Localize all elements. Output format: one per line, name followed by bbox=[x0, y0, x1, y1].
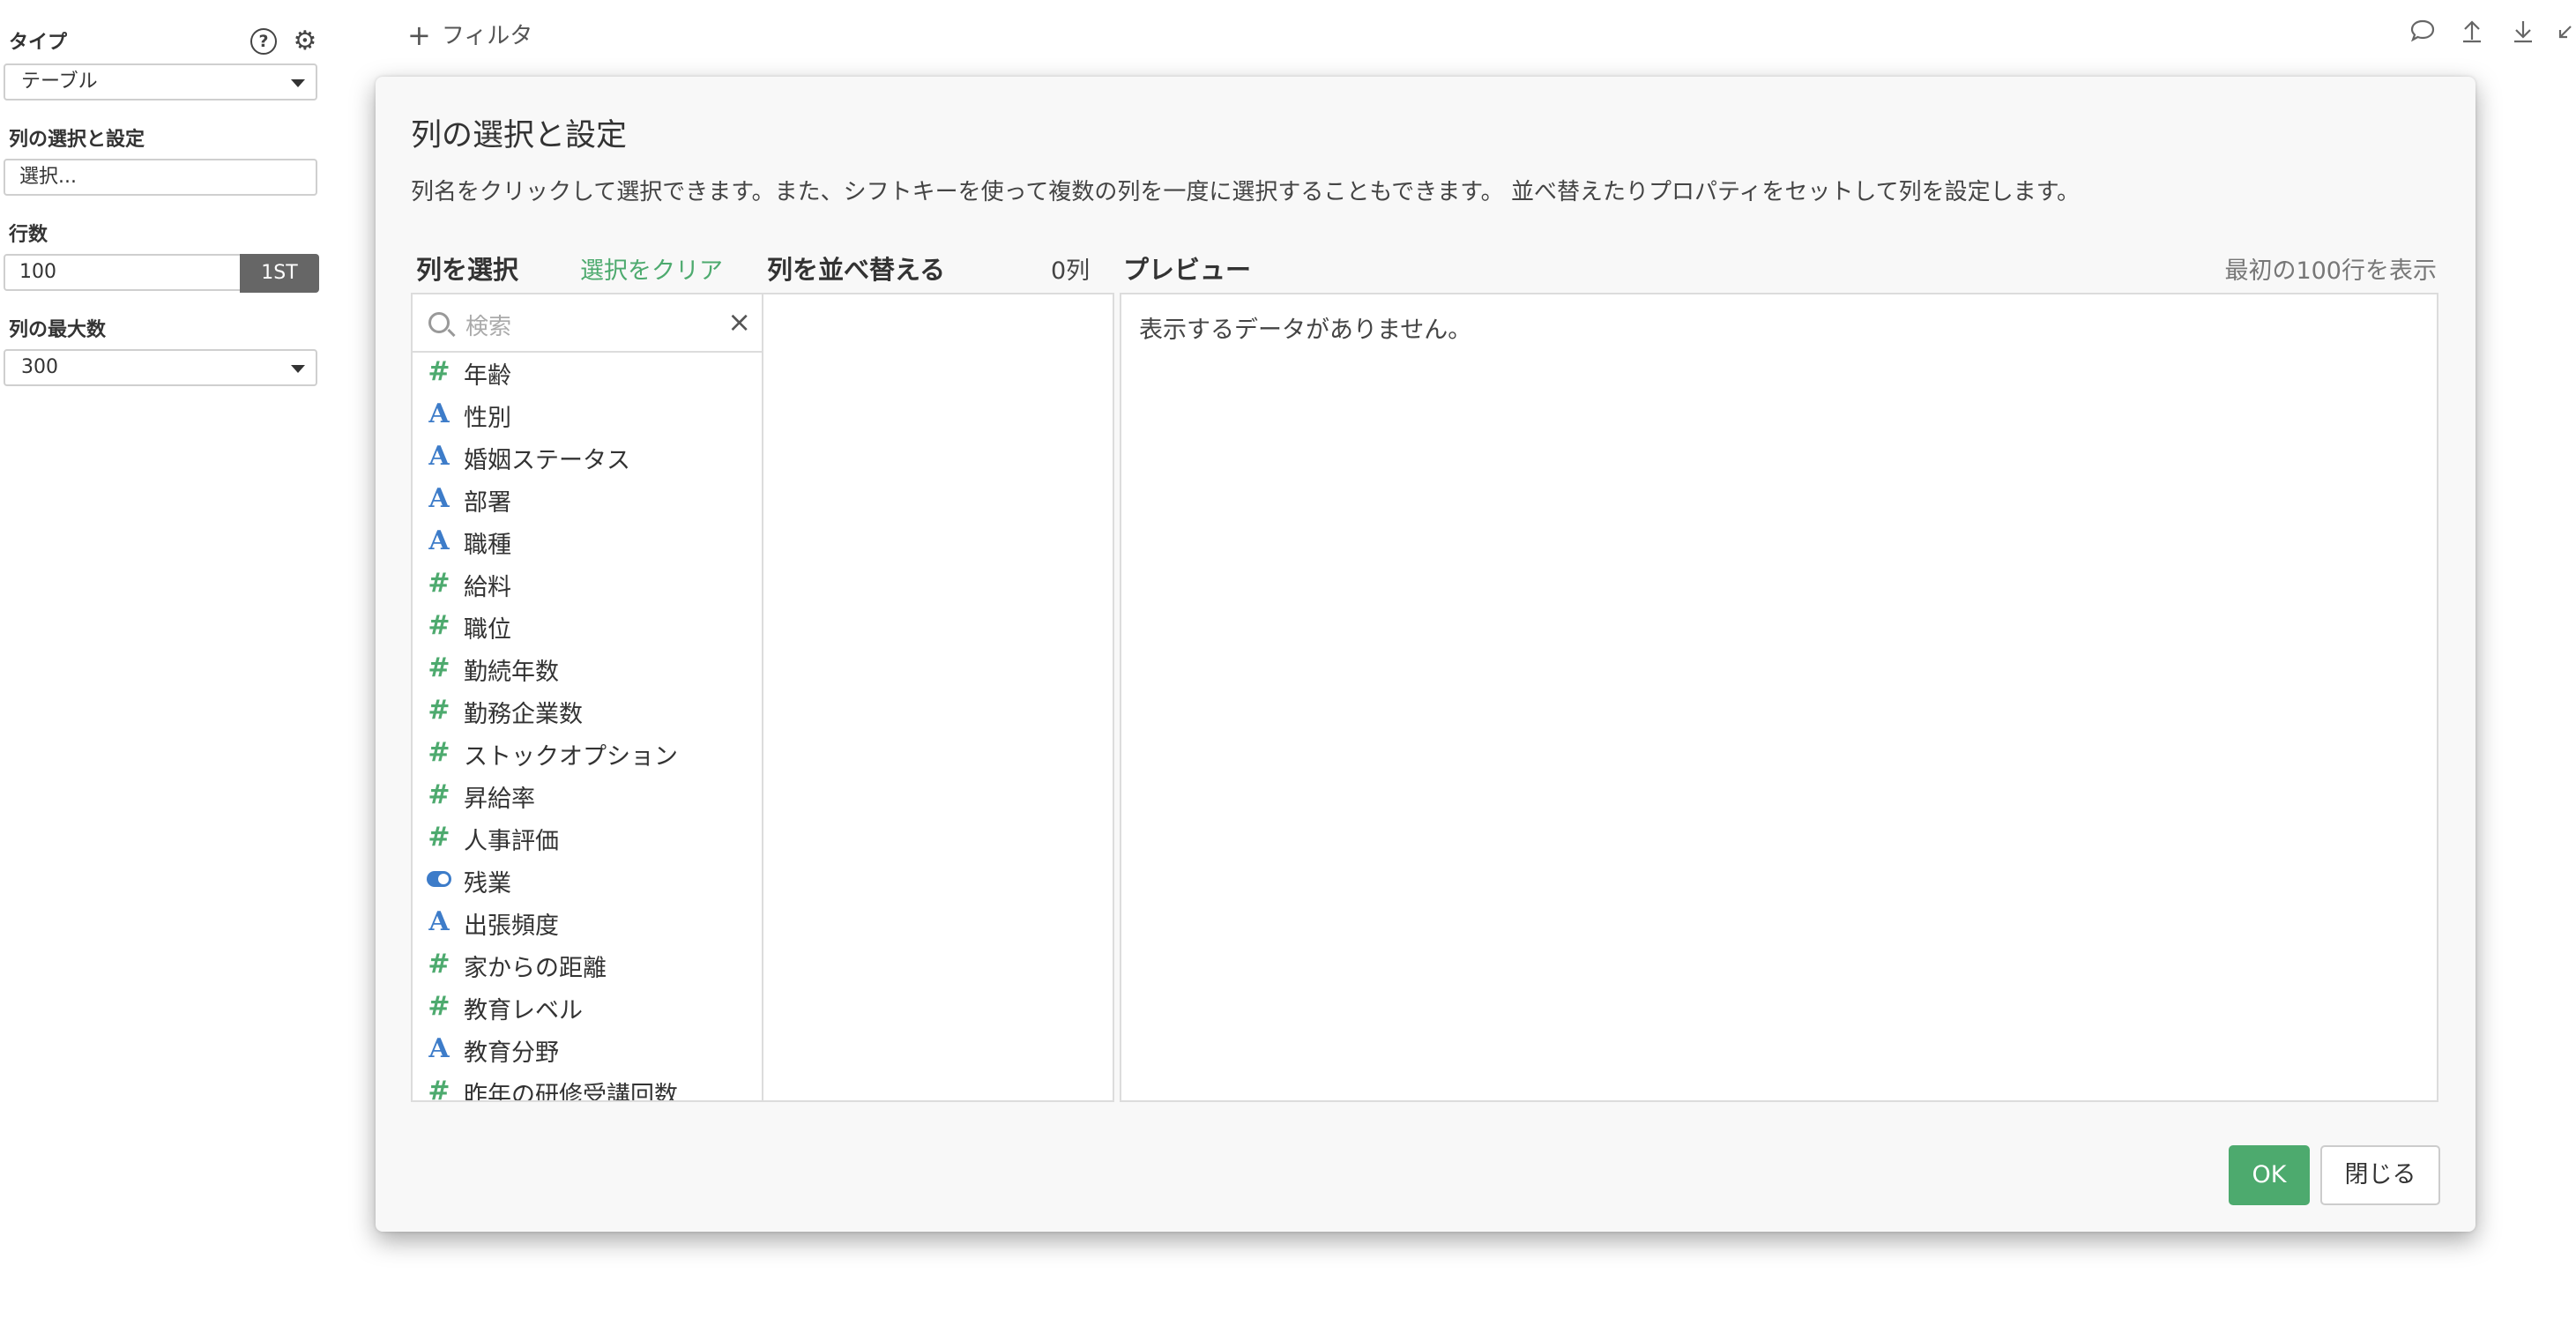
column-list-item[interactable]: # 職位 bbox=[413, 607, 762, 649]
number-type-icon: # bbox=[428, 737, 450, 768]
ok-button[interactable]: OK bbox=[2229, 1145, 2310, 1205]
number-type-icon: # bbox=[428, 652, 450, 683]
add-filter-button[interactable]: + フィルタ bbox=[407, 18, 532, 52]
search-icon bbox=[428, 312, 450, 333]
close-button[interactable]: 閉じる bbox=[2320, 1145, 2440, 1205]
column-name: 職種 bbox=[464, 532, 511, 559]
column-list-item[interactable]: # 勤務企業数 bbox=[413, 691, 762, 734]
first-rows-button[interactable]: 1ST bbox=[240, 254, 319, 293]
column-list-item[interactable]: # ストックオプション bbox=[413, 734, 762, 776]
column-name: 年齢 bbox=[464, 362, 511, 390]
column-list-item[interactable]: # 教育レベル bbox=[413, 987, 762, 1030]
column-list-item[interactable]: # 人事評価 bbox=[413, 818, 762, 860]
columns-select-field[interactable]: 選択... bbox=[4, 159, 317, 196]
column-name: 婚姻ステータス bbox=[464, 447, 630, 474]
column-name: 出張頻度 bbox=[464, 913, 559, 940]
number-type-icon: # bbox=[428, 610, 450, 641]
preview-header: プレビュー bbox=[1123, 255, 1252, 285]
column-list-item[interactable]: 残業 bbox=[413, 860, 762, 903]
gear-icon[interactable]: ⚙ bbox=[291, 27, 319, 56]
rows-input-value: 100 bbox=[19, 261, 56, 283]
column-name: 残業 bbox=[464, 870, 511, 898]
string-type-icon: A bbox=[428, 906, 450, 937]
filter-label: フィルタ bbox=[441, 23, 533, 49]
number-type-icon: # bbox=[428, 991, 450, 1022]
column-list-item[interactable]: A 部署 bbox=[413, 480, 762, 522]
number-type-icon: # bbox=[428, 949, 450, 980]
upload-icon[interactable] bbox=[2458, 18, 2486, 50]
help-icon[interactable]: ? bbox=[250, 28, 277, 55]
column-name: 性別 bbox=[464, 405, 511, 432]
reorder-pane bbox=[762, 293, 1114, 1102]
reorder-columns-header: 列を並べ替える bbox=[767, 255, 946, 285]
dialog-title: 列の選択と設定 bbox=[411, 118, 628, 153]
chevron-down-icon bbox=[291, 365, 305, 373]
number-type-icon: # bbox=[428, 1076, 450, 1100]
clear-selection-link[interactable]: 選択をクリア bbox=[580, 251, 723, 286]
column-list-item[interactable]: # 昨年の研修受講回数 bbox=[413, 1072, 762, 1100]
plus-icon: + bbox=[407, 19, 431, 52]
column-list-item[interactable]: A 婚姻ステータス bbox=[413, 437, 762, 480]
column-list-item[interactable]: # 昇給率 bbox=[413, 776, 762, 818]
type-label: タイプ bbox=[9, 32, 68, 54]
dialog-description: 列名をクリックして選択できます。また、シフトキーを使って複数の列を一度に選択する… bbox=[411, 179, 2081, 205]
column-list-item[interactable]: A 職種 bbox=[413, 522, 762, 564]
number-type-icon: # bbox=[428, 568, 450, 599]
column-name: 人事評価 bbox=[464, 828, 559, 855]
download-icon[interactable] bbox=[2509, 18, 2537, 50]
column-list-item[interactable]: # 家からの距離 bbox=[413, 945, 762, 987]
column-name: 教育分野 bbox=[464, 1039, 559, 1067]
column-name: 昨年の研修受講回数 bbox=[464, 1082, 678, 1100]
toggle-type-icon bbox=[427, 871, 451, 887]
type-select[interactable]: テーブル bbox=[4, 63, 317, 101]
search-placeholder: 検索 bbox=[465, 314, 512, 340]
column-name: 給料 bbox=[464, 574, 511, 601]
preview-pane: 表示するデータがありません。 bbox=[1120, 293, 2438, 1102]
type-select-value: テーブル bbox=[21, 71, 98, 93]
collapse-icon[interactable] bbox=[2553, 18, 2574, 50]
columns-select-value: 選択... bbox=[19, 166, 77, 188]
column-list-item[interactable]: # 給料 bbox=[413, 564, 762, 607]
max-columns-select[interactable]: 300 bbox=[4, 349, 317, 386]
string-type-icon: A bbox=[428, 441, 450, 472]
number-type-icon: # bbox=[428, 779, 450, 810]
column-list-item[interactable]: # 年齢 bbox=[413, 353, 762, 395]
select-columns-header: 列を選択 bbox=[416, 255, 519, 285]
column-name: 昇給率 bbox=[464, 786, 535, 813]
string-type-icon: A bbox=[428, 399, 450, 429]
column-list-item[interactable]: A 出張頻度 bbox=[413, 903, 762, 945]
comment-icon[interactable] bbox=[2408, 18, 2437, 50]
column-name: 家からの距離 bbox=[464, 955, 607, 982]
column-settings-dialog: 列の選択と設定 列名をクリックして選択できます。また、シフトキーを使って複数の列… bbox=[376, 77, 2475, 1232]
empty-message: 表示するデータがありません。 bbox=[1139, 317, 1472, 344]
string-type-icon: A bbox=[428, 1033, 450, 1064]
column-list-item[interactable]: A 教育分野 bbox=[413, 1030, 762, 1072]
column-list: # 年齢 A 性別 A 婚姻ステータス A 部署 A 職種 # 給料 # 職位 # 勤続年数 # 勤務企業数 # スト… bbox=[413, 353, 762, 1100]
close-icon[interactable]: × bbox=[727, 305, 751, 339]
number-type-icon: # bbox=[428, 695, 450, 726]
string-type-icon: A bbox=[428, 483, 450, 514]
chevron-down-icon bbox=[291, 79, 305, 87]
number-type-icon: # bbox=[428, 822, 450, 853]
column-name: 部署 bbox=[464, 489, 511, 517]
column-name: ストックオプション bbox=[464, 743, 678, 771]
max-columns-value: 300 bbox=[21, 356, 58, 378]
search-input[interactable]: 検索 × bbox=[413, 294, 762, 353]
column-name: 教育レベル bbox=[464, 997, 583, 1024]
string-type-icon: A bbox=[428, 525, 450, 556]
column-name: 職位 bbox=[464, 616, 511, 644]
preview-row-note: 最初の100行を表示 bbox=[2224, 257, 2437, 285]
column-list-item[interactable]: A 性別 bbox=[413, 395, 762, 437]
max-columns-label: 列の最大数 bbox=[9, 319, 107, 341]
column-name: 勤務企業数 bbox=[464, 701, 583, 728]
number-type-icon: # bbox=[428, 356, 450, 387]
column-selector-pane: 検索 × # 年齢 A 性別 A 婚姻ステータス A 部署 A 職種 # 給料 # 職位 # 勤続年数 # 勤務企… bbox=[411, 293, 763, 1102]
column-list-item[interactable]: # 勤続年数 bbox=[413, 649, 762, 691]
rows-label: 行数 bbox=[9, 224, 48, 246]
column-name: 勤続年数 bbox=[464, 659, 559, 686]
rows-input[interactable]: 100 bbox=[4, 254, 242, 291]
column-count: 0列 bbox=[1051, 257, 1091, 285]
columns-label: 列の選択と設定 bbox=[9, 129, 145, 151]
